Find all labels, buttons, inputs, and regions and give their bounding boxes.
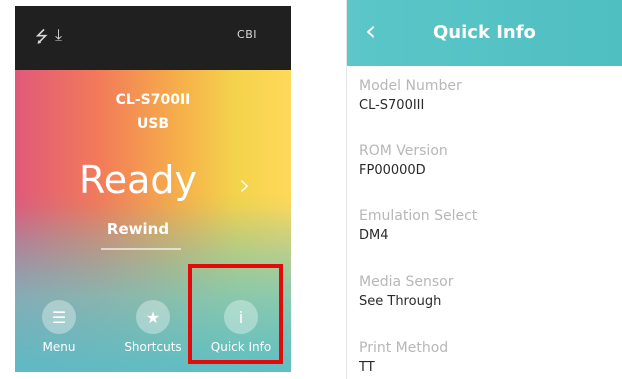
list-item: Emulation Select DM4 [359,208,619,243]
download-icon: ⤓ [55,25,63,44]
item-label: Model Number [359,78,462,94]
list-item: Model Number CL-S700III [359,78,619,113]
item-label: ROM Version [359,143,448,159]
item-value: CL-S700III [359,98,425,113]
quick-info-header: ‹ Quick Info [347,0,622,66]
status-text: Ready [79,158,197,202]
item-value: FP00000D [359,163,426,178]
rewind-button[interactable]: Rewind [15,220,261,238]
quick-info-highlight-box [188,264,283,364]
rewind-underline [101,248,181,250]
usb-icon: ⭍ [35,27,49,46]
shortcuts-button[interactable]: ★ Shortcuts [113,290,193,372]
menu-button[interactable]: ☰ Menu [19,290,99,372]
list-item: Print Method TT [359,340,619,375]
item-value: DM4 [359,228,389,243]
item-label: Media Sensor [359,274,454,290]
item-value: TT [359,360,375,375]
shortcuts-label: Shortcuts [124,340,182,354]
item-label: Print Method [359,340,449,356]
page-title: Quick Info [433,22,536,43]
interface-label: USB [136,116,170,132]
back-chevron-icon[interactable]: ‹ [365,14,376,47]
item-value: See Through [359,294,442,309]
quick-info-screen: ‹ Quick Info Model Number CL-S700III ROM… [346,0,622,379]
chevron-right-icon[interactable]: › [239,168,251,203]
menu-icon: ☰ [42,300,76,334]
star-icon: ★ [136,300,170,334]
printer-model: CL-S700II [115,92,191,108]
status-bar: ⭍ ⤓ CBI [15,6,291,70]
menu-label: Menu [42,340,76,354]
list-item: ROM Version FP00000D [359,143,619,178]
list-item: Media Sensor See Through [359,274,619,309]
status-indicator: CBI [237,28,257,41]
item-label: Emulation Select [359,208,478,224]
